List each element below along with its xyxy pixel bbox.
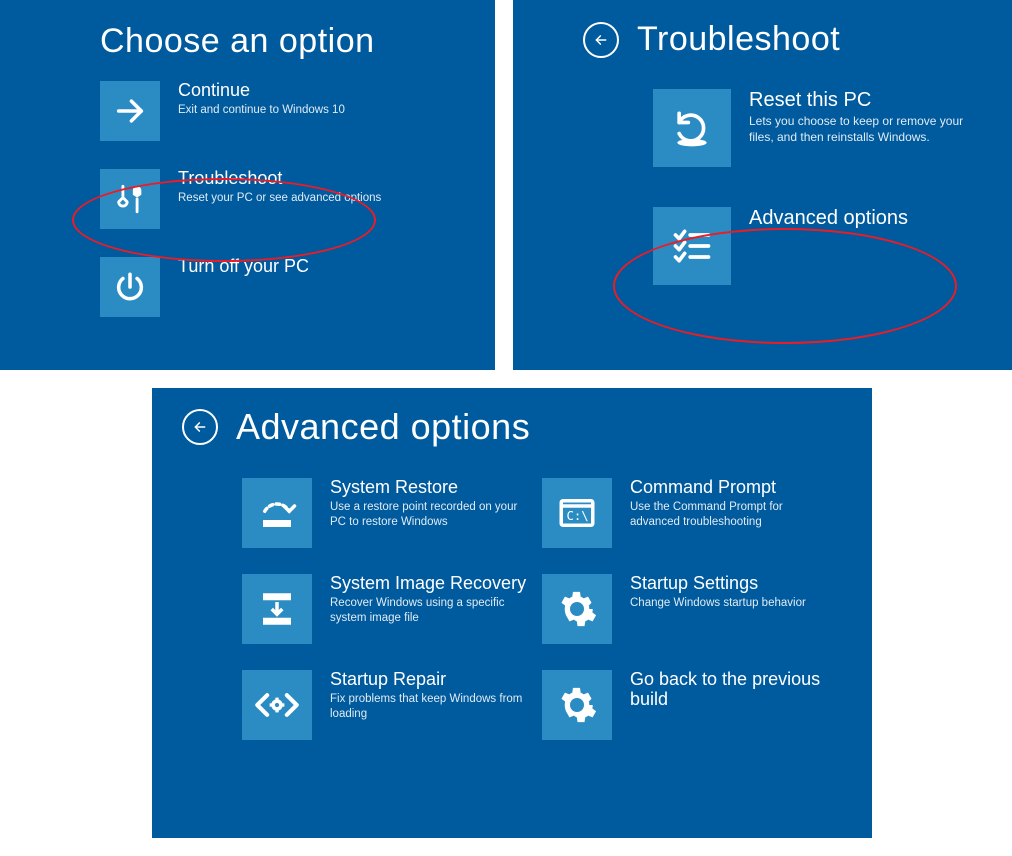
tile-title: Command Prompt bbox=[630, 478, 832, 498]
tile-desc: Use a restore point recorded on your PC … bbox=[330, 500, 532, 531]
back-button[interactable] bbox=[182, 409, 218, 445]
restore-icon bbox=[242, 478, 312, 548]
tile-title: Reset this PC bbox=[749, 89, 979, 111]
tile-troubleshoot[interactable]: Troubleshoot Reset your PC or see advanc… bbox=[100, 169, 495, 229]
command-prompt-icon: C:\ bbox=[542, 478, 612, 548]
tile-desc: Change Windows startup behavior bbox=[630, 596, 806, 612]
tile-command-prompt[interactable]: C:\ Command Prompt Use the Command Promp… bbox=[542, 478, 832, 548]
tile-title: Continue bbox=[178, 81, 345, 101]
checklist-icon bbox=[653, 207, 731, 285]
arrow-right-icon bbox=[100, 81, 160, 141]
tile-previous-build[interactable]: Go back to the previous build bbox=[542, 670, 832, 740]
tools-icon bbox=[100, 169, 160, 229]
tile-startup-repair[interactable]: Startup Repair Fix problems that keep Wi… bbox=[242, 670, 532, 740]
tile-title: Advanced options bbox=[749, 207, 908, 229]
panel-troubleshoot: Troubleshoot Reset this PC Lets you choo… bbox=[513, 0, 1012, 370]
gear-icon bbox=[542, 670, 612, 740]
tile-advanced-options[interactable]: Advanced options bbox=[653, 207, 1012, 285]
tile-reset-pc[interactable]: Reset this PC Lets you choose to keep or… bbox=[653, 89, 1012, 167]
panel-advanced-options: Advanced options System Restore Use a re… bbox=[152, 388, 872, 838]
reset-icon bbox=[653, 89, 731, 167]
tile-desc: Fix problems that keep Windows from load… bbox=[330, 692, 532, 723]
tile-title: System Restore bbox=[330, 478, 532, 498]
tile-title: Startup Settings bbox=[630, 574, 806, 594]
page-title: Choose an option bbox=[100, 22, 375, 61]
tile-desc: Reset your PC or see advanced options bbox=[178, 191, 381, 207]
back-button[interactable] bbox=[583, 22, 619, 58]
tile-desc: Use the Command Prompt for advanced trou… bbox=[630, 500, 832, 531]
tile-title: Startup Repair bbox=[330, 670, 532, 690]
tile-turn-off[interactable]: Turn off your PC bbox=[100, 257, 495, 317]
image-recovery-icon bbox=[242, 574, 312, 644]
tile-desc: Lets you choose to keep or remove your f… bbox=[749, 113, 979, 145]
tile-title: Turn off your PC bbox=[178, 257, 309, 277]
tile-title: Go back to the previous build bbox=[630, 670, 832, 710]
tile-continue[interactable]: Continue Exit and continue to Windows 10 bbox=[100, 81, 495, 141]
tile-startup-settings[interactable]: Startup Settings Change Windows startup … bbox=[542, 574, 832, 644]
tile-title: System Image Recovery bbox=[330, 574, 532, 594]
tile-title: Troubleshoot bbox=[178, 169, 381, 189]
tile-desc: Recover Windows using a specific system … bbox=[330, 596, 532, 627]
startup-repair-icon bbox=[242, 670, 312, 740]
svg-text:C:\: C:\ bbox=[567, 509, 589, 523]
page-title: Troubleshoot bbox=[637, 20, 840, 59]
tile-system-image-recovery[interactable]: System Image Recovery Recover Windows us… bbox=[242, 574, 532, 644]
tile-desc: Exit and continue to Windows 10 bbox=[178, 103, 345, 119]
gear-icon bbox=[542, 574, 612, 644]
page-title: Advanced options bbox=[236, 406, 530, 448]
power-icon bbox=[100, 257, 160, 317]
tile-system-restore[interactable]: System Restore Use a restore point recor… bbox=[242, 478, 532, 548]
panel-choose-option: Choose an option Continue Exit and conti… bbox=[0, 0, 495, 370]
